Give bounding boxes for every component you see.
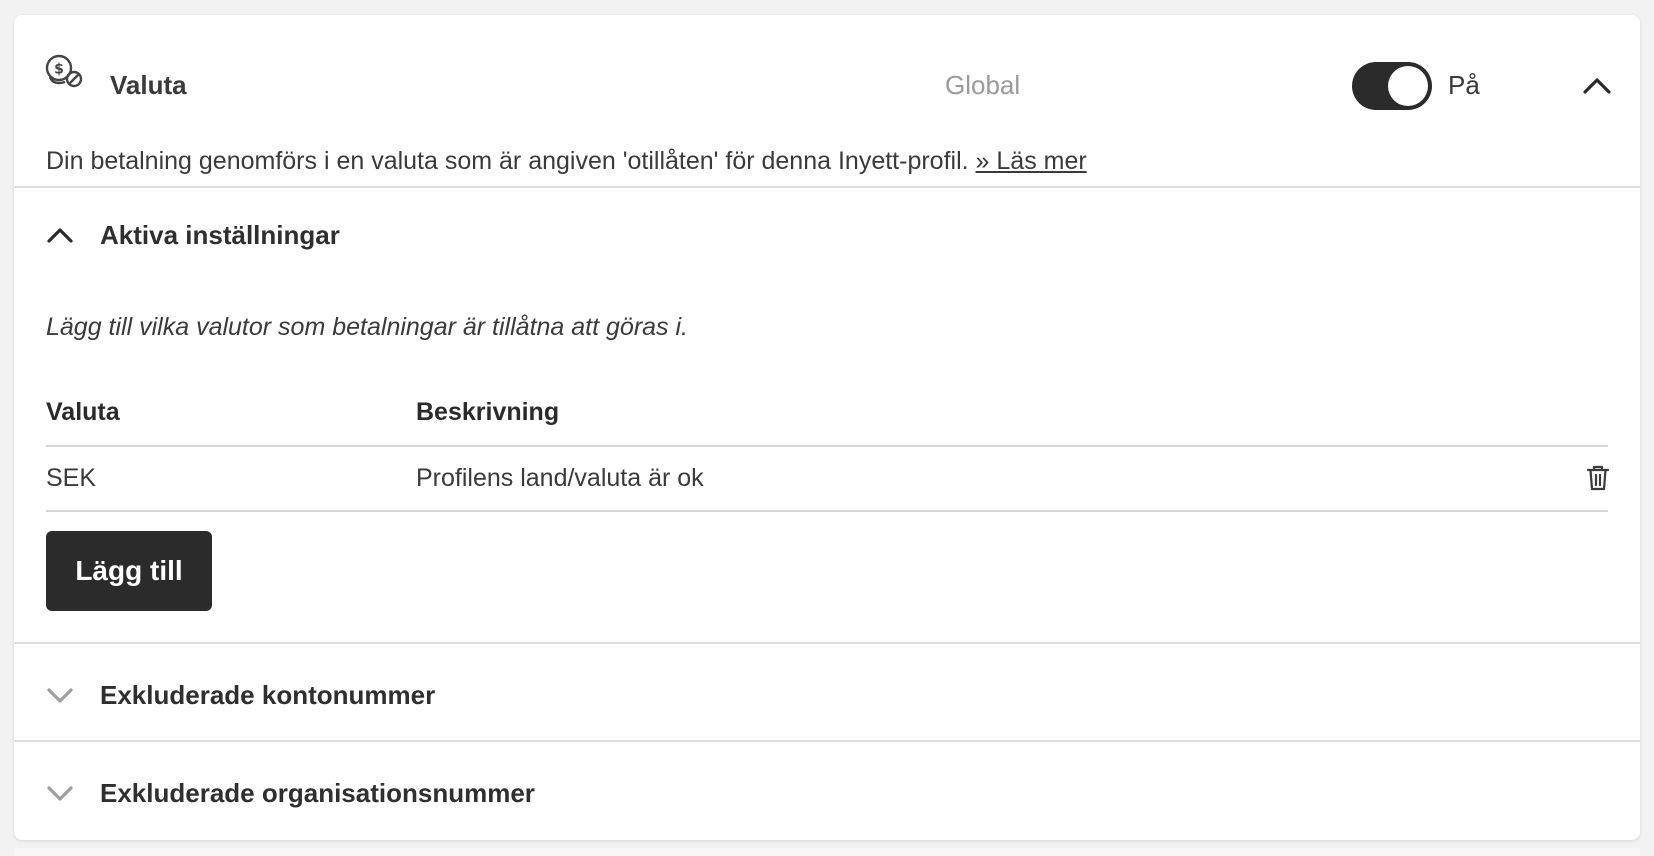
column-header-description: Beskrivning [416, 398, 560, 426]
currency-settings-card: $ Valuta Global På Din betalning genomfö… [14, 15, 1640, 840]
description-body: Din betalning genomförs i en valuta som … [46, 147, 969, 175]
toggle-label: På [1448, 70, 1480, 100]
card-header: $ Valuta Global På Din betalning genomfö… [14, 15, 1640, 175]
toggle-knob [1388, 66, 1428, 106]
description-text: Din betalning genomförs i en valuta som … [46, 145, 1087, 177]
chevron-up-icon[interactable] [1582, 73, 1612, 97]
coin-currency-icon: $ [45, 54, 83, 88]
section-excluded-orgs-toggle[interactable]: Exkluderade organisationsnummer [46, 777, 535, 811]
chevron-down-icon [47, 688, 73, 703]
divider [14, 186, 1640, 188]
section-title: Exkluderade organisationsnummer [100, 778, 535, 808]
section-hint: Lägg till vilka valutor som betalningar … [46, 313, 688, 341]
chevron-down-icon [47, 786, 73, 801]
page-title: Valuta [110, 70, 187, 100]
section-excluded-accounts-toggle[interactable]: Exkluderade kontonummer [46, 679, 446, 713]
section-title: Aktiva inställningar [100, 220, 340, 250]
chevron-up-icon [47, 228, 73, 243]
cell-currency: SEK [46, 464, 97, 492]
table-row-divider [46, 510, 1608, 512]
cell-description: Profilens land/valuta är ok [416, 464, 704, 492]
read-more-link[interactable]: » Läs mer [976, 147, 1087, 175]
scope-label: Global [945, 70, 1021, 100]
trash-icon[interactable] [1586, 464, 1610, 492]
section-title: Exkluderade kontonummer [100, 680, 436, 710]
enable-toggle[interactable] [1352, 62, 1432, 110]
table-header-divider [46, 445, 1608, 447]
divider [14, 740, 1640, 742]
divider [14, 642, 1640, 644]
svg-text:$: $ [54, 62, 64, 78]
column-header-currency: Valuta [46, 398, 120, 426]
add-currency-button[interactable]: Lägg till [46, 531, 212, 611]
section-active-settings-toggle[interactable]: Aktiva inställningar [46, 219, 346, 253]
next-card-edge [14, 848, 1640, 856]
